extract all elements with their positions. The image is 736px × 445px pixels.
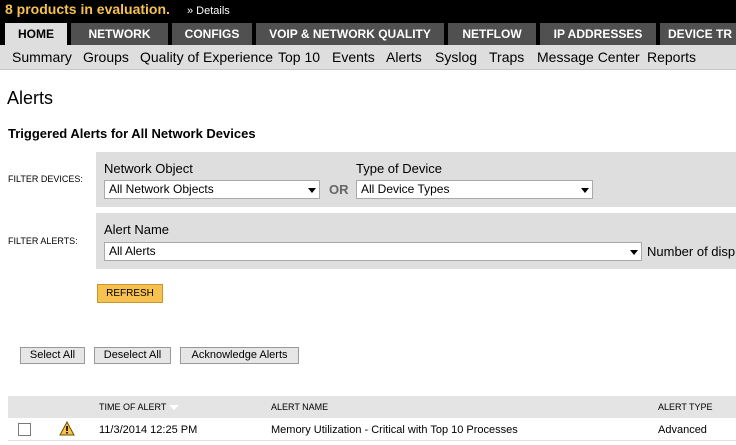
alert-name-select[interactable]: All Alerts — [104, 242, 642, 261]
alerts-table-header: TIME OF ALERT ALERT NAME ALERT TYPE — [8, 396, 736, 418]
select-all-button[interactable]: Select All — [20, 347, 85, 364]
main-tab-bar: HOME NETWORK CONFIGS VOIP & NETWORK QUAL… — [0, 21, 736, 45]
filter-alerts-panel: Alert Name All Alerts Number of displ — [96, 213, 736, 269]
tab-home[interactable]: HOME — [5, 23, 67, 45]
column-time-of-alert-label: TIME OF ALERT — [99, 402, 167, 412]
subnav-summary[interactable]: Summary — [12, 49, 72, 65]
device-type-value: All Device Types — [361, 182, 450, 196]
evaluation-details-link[interactable]: » Details — [187, 5, 230, 17]
subnav-events[interactable]: Events — [332, 49, 375, 65]
sub-navigation: Summary Groups Quality of Experience Top… — [0, 45, 736, 70]
alert-name-value: All Alerts — [109, 244, 156, 258]
subnav-syslog[interactable]: Syslog — [435, 49, 477, 65]
page-title: Alerts — [7, 88, 54, 108]
device-type-select[interactable]: All Device Types — [356, 180, 593, 199]
number-displayed-label: Number of displ — [647, 244, 736, 259]
filter-devices-panel: Network Object All Network Objects OR Ty… — [96, 152, 736, 207]
row-checkbox[interactable] — [18, 423, 31, 436]
tab-configs[interactable]: CONFIGS — [172, 23, 252, 45]
chevron-down-icon — [630, 250, 638, 255]
alert-name-link[interactable]: Memory Utilization - Critical with Top 1… — [271, 424, 518, 436]
alert-type: Advanced — [658, 424, 707, 436]
section-title: Triggered Alerts for All Network Devices — [8, 126, 256, 141]
column-alert-name[interactable]: ALERT NAME — [271, 402, 328, 412]
tab-network[interactable]: NETWORK — [71, 23, 168, 45]
tab-ip-addresses[interactable]: IP ADDRESSES — [540, 23, 656, 45]
subnav-message-center[interactable]: Message Center — [537, 49, 640, 65]
tab-netflow[interactable]: NETFLOW — [448, 23, 536, 45]
evaluation-banner: 8 products in evaluation. » Details — [0, 0, 736, 21]
subnav-groups[interactable]: Groups — [83, 49, 129, 65]
chevron-down-icon — [308, 188, 316, 193]
network-object-select[interactable]: All Network Objects — [104, 180, 320, 199]
subnav-reports[interactable]: Reports — [647, 49, 696, 65]
subnav-quality-of-experience[interactable]: Quality of Experience — [140, 49, 273, 65]
chevron-down-icon — [581, 188, 589, 193]
warning-icon — [59, 421, 75, 436]
deselect-all-button[interactable]: Deselect All — [94, 347, 171, 364]
alert-time: 11/3/2014 12:25 PM — [99, 424, 198, 436]
column-alert-type[interactable]: ALERT TYPE — [658, 402, 713, 412]
acknowledge-alerts-button[interactable]: Acknowledge Alerts — [180, 347, 299, 364]
table-row[interactable]: 11/3/2014 12:25 PM Memory Utilization - … — [8, 419, 736, 441]
subnav-traps[interactable]: Traps — [489, 49, 524, 65]
or-separator: OR — [329, 182, 349, 197]
refresh-button[interactable]: REFRESH — [97, 284, 163, 303]
network-object-value: All Network Objects — [109, 182, 214, 196]
alert-name-label: Alert Name — [104, 222, 170, 237]
device-type-label: Type of Device — [356, 161, 442, 176]
column-time-of-alert[interactable]: TIME OF ALERT — [99, 402, 180, 412]
filter-alerts-label: FILTER ALERTS: — [8, 236, 78, 246]
sort-descending-icon — [169, 405, 180, 411]
network-object-label: Network Object — [104, 161, 193, 176]
evaluation-message: 8 products in evaluation. — [5, 1, 170, 17]
subnav-top-10[interactable]: Top 10 — [278, 49, 320, 65]
subnav-alerts[interactable]: Alerts — [386, 49, 422, 65]
filter-devices-label: FILTER DEVICES: — [8, 174, 83, 184]
tab-voip-network-quality[interactable]: VOIP & NETWORK QUALITY — [256, 23, 444, 45]
tab-device-tracker[interactable]: DEVICE TR — [660, 23, 736, 45]
